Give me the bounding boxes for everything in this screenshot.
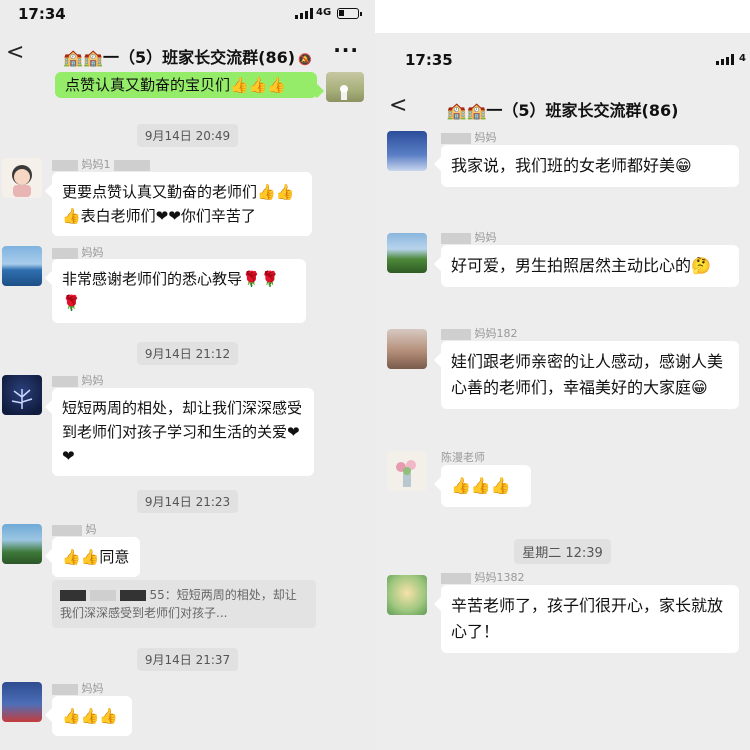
status-bar: 17:35 4	[375, 48, 750, 70]
timestamp: 9月14日 21:23	[0, 490, 375, 513]
status-time: 17:34	[18, 5, 66, 23]
message-bubble[interactable]: 非常感谢老师们的悉心教导🌹🌹🌹	[52, 259, 306, 323]
chat-header: < 🏫🏫一（5）班家长交流群(86) 🔕 ···	[0, 38, 375, 72]
sender-name: 妈妈	[52, 244, 104, 260]
message-bubble[interactable]: 娃们跟老师亲密的让人感动，感谢人美心善的老师们，幸福美好的大家庭😁	[441, 341, 739, 409]
message-bubble[interactable]: 短短两周的相处，却让我们深深感受到老师们对孩子学习和生活的关爱❤❤	[52, 388, 314, 476]
sender-name: 妈妈	[441, 129, 497, 145]
quoted-message[interactable]: 55：短短两周的相处，却让我们深深感受到老师们对孩子...	[52, 580, 316, 628]
message-bubble[interactable]: 👍👍同意	[52, 537, 140, 577]
sender-name: 妈妈	[52, 680, 104, 696]
timestamp: 星期二 12:39	[375, 539, 750, 564]
chat-header: < 🏫🏫一（5）班家长交流群(86)	[375, 91, 750, 125]
left-chat-screenshot: 17:34 4G < 🏫🏫一（5）班家长交流群(86) 🔕 ··· 点赞认真又勤奋…	[0, 0, 375, 750]
avatar[interactable]	[387, 233, 427, 273]
sender-name: 妈妈	[441, 229, 497, 245]
timestamp: 9月14日 20:49	[0, 124, 375, 147]
status-time: 17:35	[405, 51, 453, 69]
sender-name: 妈	[52, 521, 97, 537]
bell-off-icon: 🔕	[298, 53, 312, 66]
avatar[interactable]	[387, 451, 427, 491]
avatar[interactable]	[2, 682, 42, 722]
message-bubble[interactable]: 👍👍👍	[441, 465, 531, 507]
message-bubble[interactable]: 辛苦老师了，孩子们很开心，家长就放心了！	[441, 585, 739, 653]
outgoing-message-bubble[interactable]: 点赞认真又勤奋的宝贝们👍👍👍	[55, 72, 317, 98]
message-bubble[interactable]: 更要点赞认真又勤奋的老师们👍👍👍表白老师们❤❤你们辛苦了	[52, 172, 312, 236]
avatar[interactable]	[2, 524, 42, 564]
right-chat-screenshot: 17:35 4 < 🏫🏫一（5）班家长交流群(86) 妈妈 我家说，我们班的女老…	[375, 33, 750, 750]
chat-title: 🏫🏫一（5）班家长交流群(86) 🔕	[63, 48, 312, 67]
battery-icon	[337, 8, 362, 19]
chat-title: 🏫🏫一（5）班家长交流群(86)	[446, 101, 679, 120]
message-bubble[interactable]: 👍👍👍	[52, 696, 132, 736]
avatar[interactable]	[387, 131, 427, 171]
signal-icon	[716, 54, 734, 65]
timestamp: 9月14日 21:37	[0, 648, 375, 671]
status-bar: 17:34 4G	[0, 2, 375, 24]
sender-name: 妈妈1382	[441, 569, 525, 585]
my-avatar[interactable]	[326, 72, 364, 102]
message-bubble[interactable]: 我家说，我们班的女老师都好美😁	[441, 145, 739, 187]
network-type: 4G	[316, 7, 332, 18]
timestamp: 9月14日 21:12	[0, 342, 375, 365]
sender-name: 妈妈	[52, 372, 104, 388]
sender-name: 妈妈1	[52, 156, 150, 172]
network-type: 4	[739, 53, 746, 64]
sender-name: 妈妈182	[441, 325, 518, 341]
more-options-button[interactable]: ···	[333, 38, 359, 62]
signal-icon	[295, 8, 313, 19]
avatar[interactable]	[2, 158, 42, 198]
avatar[interactable]	[387, 575, 427, 615]
message-bubble[interactable]: 好可爱，男生拍照居然主动比心的🤔	[441, 245, 739, 287]
message-list[interactable]: 妈妈 我家说，我们班的女老师都好美😁 妈妈 好可爱，男生拍照居然主动比心的🤔 妈…	[375, 129, 750, 750]
message-list[interactable]: 点赞认真又勤奋的宝贝们👍👍👍 9月14日 20:49 妈妈1 更要点赞认真又勤奋…	[0, 72, 375, 750]
white-margin	[375, 0, 750, 33]
avatar[interactable]	[387, 329, 427, 369]
sender-name: 陈漫老师	[441, 451, 485, 464]
avatar[interactable]	[2, 375, 42, 415]
avatar[interactable]	[2, 246, 42, 286]
